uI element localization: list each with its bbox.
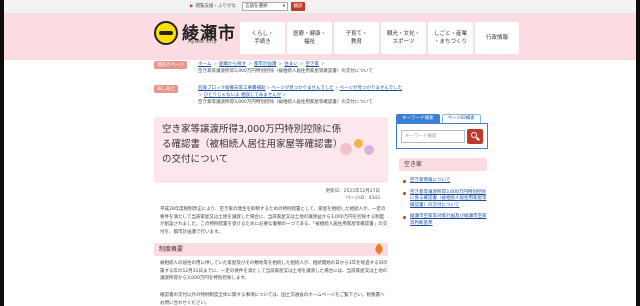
breadcrumb-separator: > (299, 62, 304, 67)
language-select[interactable]: 言語を選択 ▾ (242, 2, 288, 11)
updated-date: 更新日：2023年12月27日 (325, 189, 380, 194)
page-title: 空き家等譲渡所得3,000万円特別控除に係る確認書（被相続人居住用家屋等確認書）… (162, 124, 342, 165)
search-tabs: キーワード検索 ページID検索 (396, 114, 483, 123)
search-panel: キーワード検索 (396, 123, 488, 149)
global-nav: くらし・ 手続き 医療・健康・ 福祉 子育て・ 教育 観光・文化・ スポーツ し… (240, 22, 521, 54)
accessibility-link[interactable]: ▶ 閲覧支援・ふりがな (190, 3, 236, 9)
arrow-icon: ▶ (190, 4, 194, 9)
nav-item-industry[interactable]: しごと・産業 ・まちづくり (428, 22, 473, 54)
utility-bar: ▶ 閲覧支援・ふりがな 言語を選択 ▾ 翻訳 (4, 0, 636, 14)
history-item-current: 空き家等譲渡所得3,000万円特別控除（被相続人居住用家屋等確認書）の交付につい… (198, 100, 373, 105)
breadcrumb-separator: > (278, 62, 283, 67)
page-title-box: 空き家等譲渡所得3,000万円特別控除に係る確認書（被相続人居住用家屋等確認書）… (154, 117, 388, 183)
history-separator: > (282, 93, 286, 98)
site-header: 綾瀬市 Ayase City くらし・ 手続き 医療・健康・ 福祉 子育て・ 教… (4, 14, 636, 60)
leaf-icon (373, 243, 385, 255)
breadcrumb-item[interactable]: ホーム (198, 62, 211, 67)
search-icon-handle (476, 136, 480, 141)
breadcrumb-item[interactable]: 組織から探す (219, 62, 246, 67)
section-heading-text: 制度概要 (159, 246, 184, 253)
intro-text: 平成28年度税制改正により、空き家の発生を抑制するための特例措置として、家屋を相… (160, 207, 388, 235)
section-text: 被相続人の居住の用に供していた家屋及びその敷地等を相続した相続人が、相続開始の日… (160, 261, 388, 281)
breadcrumb-separator: > (248, 62, 252, 67)
history-separator: > (199, 93, 203, 98)
history-trail: 危険ブロック塀撤去等工事費補助>ページが見つかりませんでした>ページが見つかりま… (198, 85, 498, 106)
language-select-value: 言語を選択 (245, 4, 268, 9)
section-heading: 制度概要 (154, 243, 388, 256)
page-id: ページID：4343 (345, 196, 380, 201)
nav-item-health[interactable]: 医療・健康・ 福祉 (287, 22, 332, 54)
flower-decoration-petal (354, 139, 363, 148)
history-separator: > (266, 86, 271, 91)
breadcrumb-trail: ホーム > 組織から探す > 都市計画課 > 住まい > 空き家 > 空き家等譲渡所得3,000万円… (198, 61, 488, 75)
breadcrumb-item[interactable]: 空き家 (306, 62, 320, 67)
history-label: あしあと (154, 85, 178, 93)
translate-button[interactable]: 翻訳 (291, 2, 305, 11)
tab-keyword-search[interactable]: キーワード検索 (396, 114, 440, 123)
chevron-down-icon: ▾ (282, 4, 285, 9)
related-link[interactable]: 綾瀬市空家等対策計画及び綾瀬市空家等判断基準 (402, 214, 488, 227)
nav-item-living[interactable]: くらし・ 手続き (240, 22, 285, 54)
related-links: 空き家情報について 空き家等譲渡所得3,000万円特別控除に係る確認書（被相続人… (402, 178, 488, 232)
flower-decoration-petal (364, 145, 374, 155)
breadcrumb-label: 現在のページ (154, 61, 187, 69)
flower-decoration-icon (340, 139, 384, 157)
accessibility-link-label: 閲覧支援・ふりがな (195, 4, 236, 9)
nav-item-tourism[interactable]: 観光・文化・ スポーツ (381, 22, 426, 54)
search-input[interactable]: キーワード検索 (401, 130, 465, 143)
page-frame: ▶ 閲覧支援・ふりがな 言語を選択 ▾ 翻訳 綾瀬市 Ayase City くらし・… (4, 0, 636, 306)
city-emblem-icon[interactable] (154, 21, 178, 45)
breadcrumb-separator: > (321, 62, 325, 67)
site-logo-subtitle: Ayase City (188, 39, 217, 45)
breadcrumb-separator: > (213, 62, 218, 67)
breadcrumb-item[interactable]: 都市計画課 (254, 62, 277, 67)
tab-page-id-search[interactable]: ページID検索 (441, 114, 481, 123)
search-button[interactable] (467, 129, 483, 144)
related-link[interactable]: 空き家等譲渡所得3,000万円特別控除に係る確認書（被相続人居住用家屋等確認書）… (402, 190, 488, 210)
history-item[interactable]: ページが見つかりませんでした (340, 86, 403, 91)
breadcrumb-current: 空き家等譲渡所得3,000万円特別控除（被相続人居住用家屋等確認書）の交付につい… (198, 69, 373, 74)
related-heading: 空き家 (399, 158, 487, 171)
nav-item-administration[interactable]: 行政情報 (475, 22, 519, 54)
history-item[interactable]: ページが見つかりませんでした (271, 86, 334, 91)
section-text-2: 確認書の交付以外の特例制度全体に関する事項については、国土交通省のホームページを… (160, 293, 385, 306)
breadcrumb-item[interactable]: 住まい (284, 62, 298, 67)
flower-decoration-petal (340, 143, 352, 155)
history-separator: > (334, 86, 339, 91)
history-item[interactable]: ひとりじゃないよ 相談してみませんか (204, 93, 281, 98)
history-item[interactable]: 危険ブロック塀撤去等工事費補助 (198, 86, 266, 91)
nav-item-childcare[interactable]: 子育て・ 教育 (334, 22, 379, 54)
related-link[interactable]: 空き家情報について (402, 178, 488, 185)
